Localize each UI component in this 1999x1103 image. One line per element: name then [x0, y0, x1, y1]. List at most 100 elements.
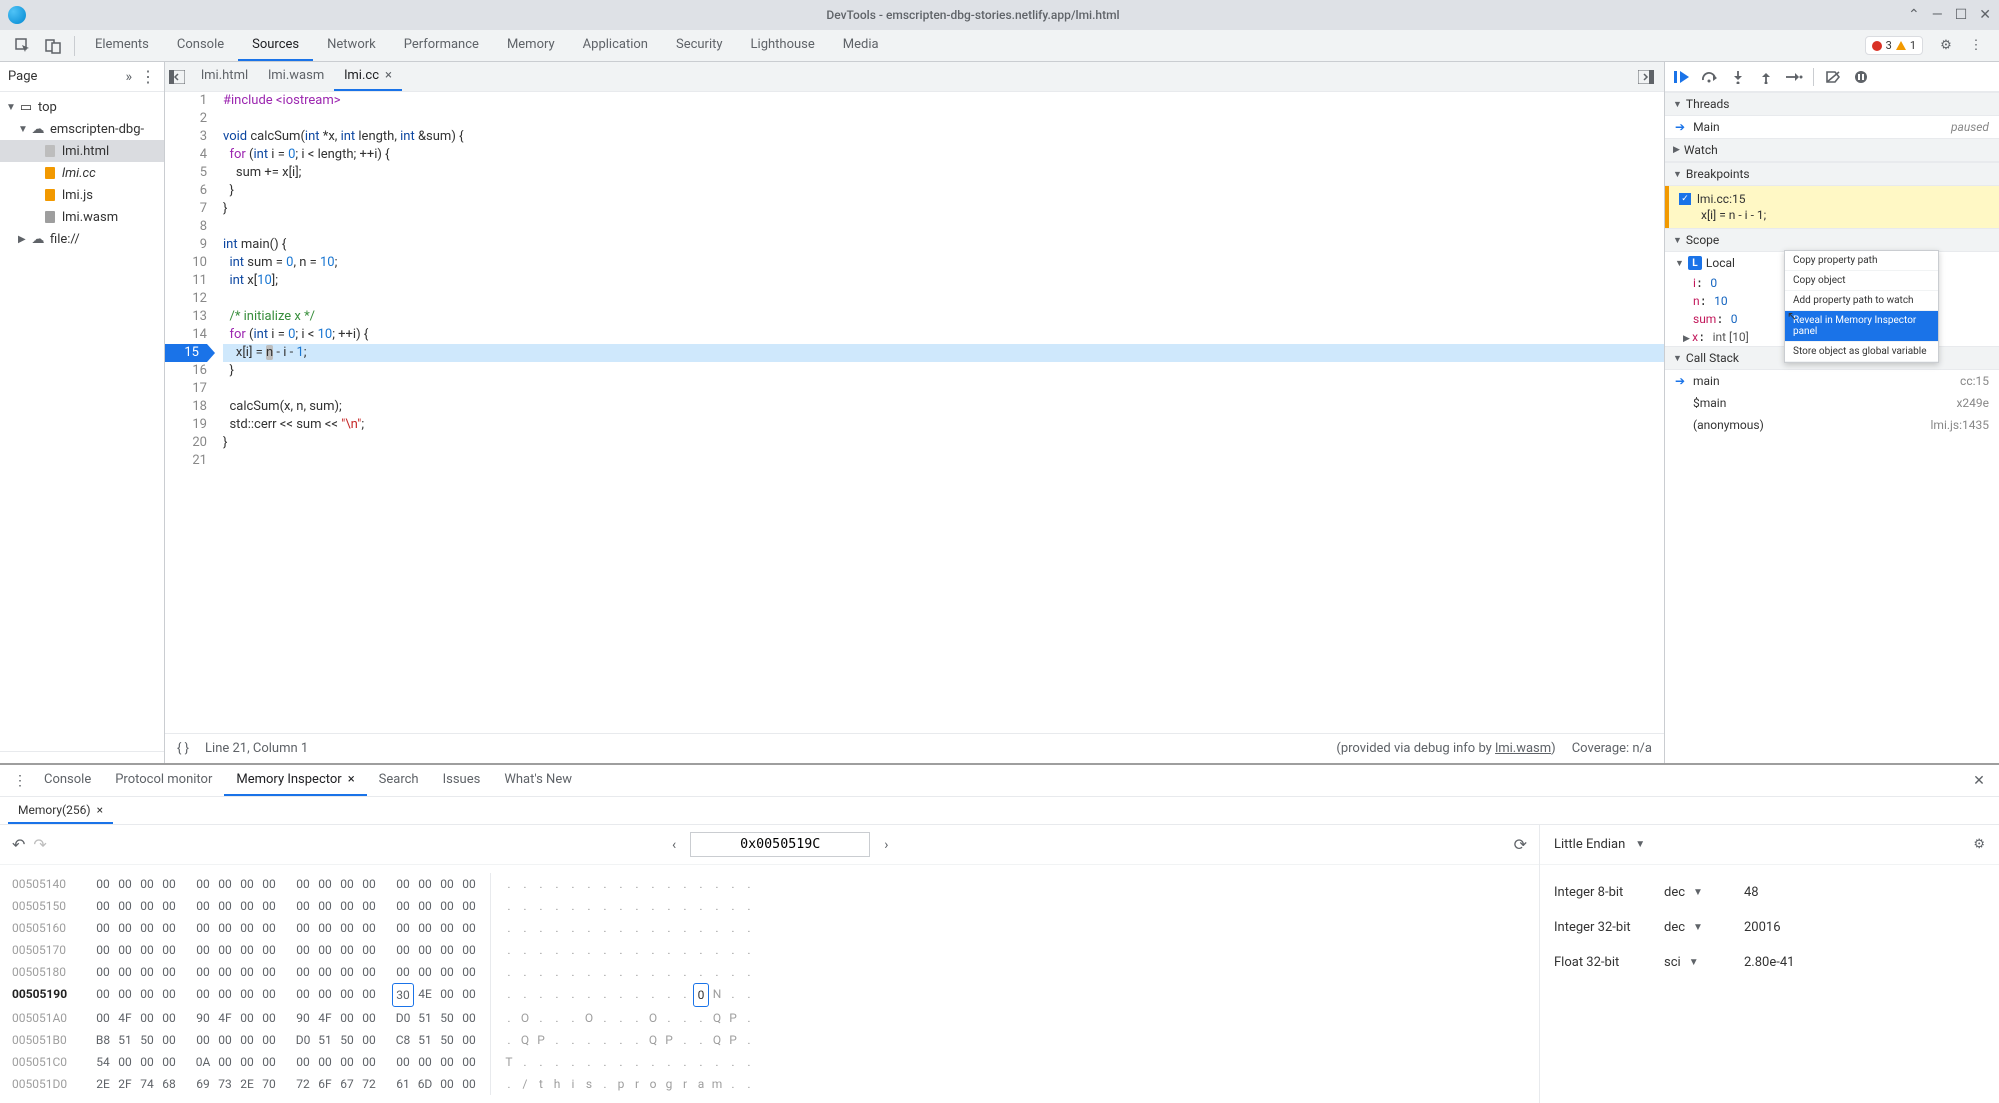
- ascii-char[interactable]: .: [549, 917, 565, 939]
- callstack-frame-main[interactable]: ➔ main cc:15: [1665, 370, 1999, 392]
- section-threads[interactable]: ▼Threads: [1665, 92, 1999, 116]
- hex-byte[interactable]: 00: [414, 939, 436, 961]
- hex-byte[interactable]: 00: [392, 895, 414, 917]
- hex-byte[interactable]: 4F: [314, 1007, 336, 1029]
- ascii-char[interactable]: .: [613, 873, 629, 895]
- ascii-char[interactable]: .: [597, 983, 613, 1007]
- hex-byte[interactable]: 00: [192, 1029, 214, 1051]
- ascii-char[interactable]: .: [693, 917, 709, 939]
- hex-byte[interactable]: 00: [158, 1007, 180, 1029]
- ascii-char[interactable]: .: [517, 983, 533, 1007]
- ascii-char[interactable]: .: [629, 961, 645, 983]
- tab-sources[interactable]: Sources: [238, 30, 313, 61]
- hex-byte[interactable]: D0: [392, 1007, 414, 1029]
- ascii-char[interactable]: .: [501, 983, 517, 1007]
- ascii-char[interactable]: .: [693, 1051, 709, 1073]
- hex-byte[interactable]: 74: [136, 1073, 158, 1095]
- ascii-char[interactable]: .: [533, 983, 549, 1007]
- hex-byte[interactable]: 00: [192, 961, 214, 983]
- hex-byte[interactable]: 2F: [114, 1073, 136, 1095]
- section-watch[interactable]: ▶Watch: [1665, 138, 1999, 162]
- hex-byte[interactable]: 00: [236, 1007, 258, 1029]
- ascii-char[interactable]: .: [661, 1007, 677, 1029]
- endianness-select[interactable]: Little Endian: [1554, 837, 1625, 852]
- hex-byte[interactable]: 00: [158, 983, 180, 1007]
- hex-byte[interactable]: 00: [258, 1007, 280, 1029]
- hex-byte[interactable]: 00: [436, 1051, 458, 1073]
- ascii-char[interactable]: .: [501, 939, 517, 961]
- editor-tab-cc[interactable]: lmi.cc ×: [334, 62, 402, 91]
- dropdown-icon[interactable]: ▼: [1693, 922, 1703, 933]
- ascii-char[interactable]: .: [517, 939, 533, 961]
- ascii-char[interactable]: .: [549, 961, 565, 983]
- hex-byte[interactable]: 00: [358, 1007, 380, 1029]
- ascii-char[interactable]: .: [501, 917, 517, 939]
- ascii-char[interactable]: .: [725, 1073, 741, 1095]
- hex-byte[interactable]: 00: [136, 917, 158, 939]
- context-reveal-memory[interactable]: Reveal in Memory Inspector panel: [1785, 311, 1938, 342]
- ascii-char[interactable]: .: [693, 873, 709, 895]
- ascii-char[interactable]: .: [581, 873, 597, 895]
- wasm-link[interactable]: lmi.wasm: [1495, 741, 1551, 756]
- ascii-char[interactable]: O: [581, 1007, 597, 1029]
- ascii-char[interactable]: .: [725, 939, 741, 961]
- ascii-char[interactable]: .: [565, 1007, 581, 1029]
- ascii-char[interactable]: .: [597, 917, 613, 939]
- ascii-char[interactable]: i: [565, 1073, 581, 1095]
- ascii-char[interactable]: Q: [645, 1029, 661, 1051]
- ascii-char[interactable]: P: [533, 1029, 549, 1051]
- ascii-char[interactable]: .: [549, 983, 565, 1007]
- hex-byte[interactable]: 00: [436, 939, 458, 961]
- hex-byte[interactable]: 00: [314, 895, 336, 917]
- ascii-char[interactable]: .: [533, 961, 549, 983]
- context-copy-path[interactable]: Copy property path: [1785, 251, 1938, 271]
- ascii-char[interactable]: .: [613, 895, 629, 917]
- ascii-char[interactable]: .: [645, 895, 661, 917]
- hex-byte[interactable]: 00: [214, 917, 236, 939]
- ascii-char[interactable]: .: [677, 917, 693, 939]
- tree-domain[interactable]: ▼ ☁ emscripten-dbg-: [0, 118, 164, 140]
- hex-byte[interactable]: 00: [336, 983, 358, 1007]
- ascii-char[interactable]: .: [725, 961, 741, 983]
- ascii-char[interactable]: .: [597, 1029, 613, 1051]
- hex-byte[interactable]: 00: [214, 1051, 236, 1073]
- ascii-char[interactable]: .: [597, 939, 613, 961]
- page-next-icon[interactable]: ›: [878, 837, 894, 853]
- hex-byte[interactable]: 00: [114, 1051, 136, 1073]
- tab-lighthouse[interactable]: Lighthouse: [737, 30, 829, 61]
- ascii-char[interactable]: .: [645, 939, 661, 961]
- memory-subtab-instance[interactable]: Memory(256) ×: [8, 797, 113, 824]
- ascii-char[interactable]: .: [517, 895, 533, 917]
- ascii-char[interactable]: P: [661, 1029, 677, 1051]
- hex-byte[interactable]: 4E: [414, 983, 436, 1007]
- hex-byte[interactable]: 2E: [92, 1073, 114, 1095]
- hex-byte[interactable]: 00: [114, 895, 136, 917]
- hex-byte[interactable]: 00: [292, 1051, 314, 1073]
- dropdown-icon[interactable]: ▼: [1693, 887, 1703, 898]
- ascii-char[interactable]: m: [709, 1073, 725, 1095]
- ascii-char[interactable]: .: [725, 1051, 741, 1073]
- editor-tab-html[interactable]: lmi.html: [191, 62, 258, 91]
- history-forward-icon[interactable]: ↷: [33, 835, 46, 854]
- context-store-global[interactable]: Store object as global variable: [1785, 342, 1938, 362]
- ascii-char[interactable]: O: [517, 1007, 533, 1029]
- hex-byte[interactable]: 00: [458, 873, 480, 895]
- ascii-char[interactable]: .: [709, 961, 725, 983]
- thread-main-row[interactable]: ➔ Main paused: [1665, 116, 1999, 138]
- hex-byte[interactable]: 00: [136, 939, 158, 961]
- hex-byte[interactable]: 0A: [192, 1051, 214, 1073]
- ascii-char[interactable]: .: [613, 1051, 629, 1073]
- hex-byte[interactable]: 00: [114, 917, 136, 939]
- ascii-char[interactable]: P: [725, 1029, 741, 1051]
- hex-byte[interactable]: 00: [192, 873, 214, 895]
- ascii-char[interactable]: .: [741, 917, 757, 939]
- ascii-char[interactable]: .: [517, 1051, 533, 1073]
- hex-byte[interactable]: 61: [392, 1073, 414, 1095]
- ascii-char[interactable]: r: [629, 1073, 645, 1095]
- hex-byte[interactable]: 67: [336, 1073, 358, 1095]
- kebab-menu-icon[interactable]: ⋮: [1961, 32, 1991, 60]
- close-tab-icon[interactable]: ×: [348, 772, 355, 787]
- hex-byte[interactable]: 00: [314, 939, 336, 961]
- ascii-char[interactable]: .: [613, 983, 629, 1007]
- ascii-char[interactable]: .: [565, 1029, 581, 1051]
